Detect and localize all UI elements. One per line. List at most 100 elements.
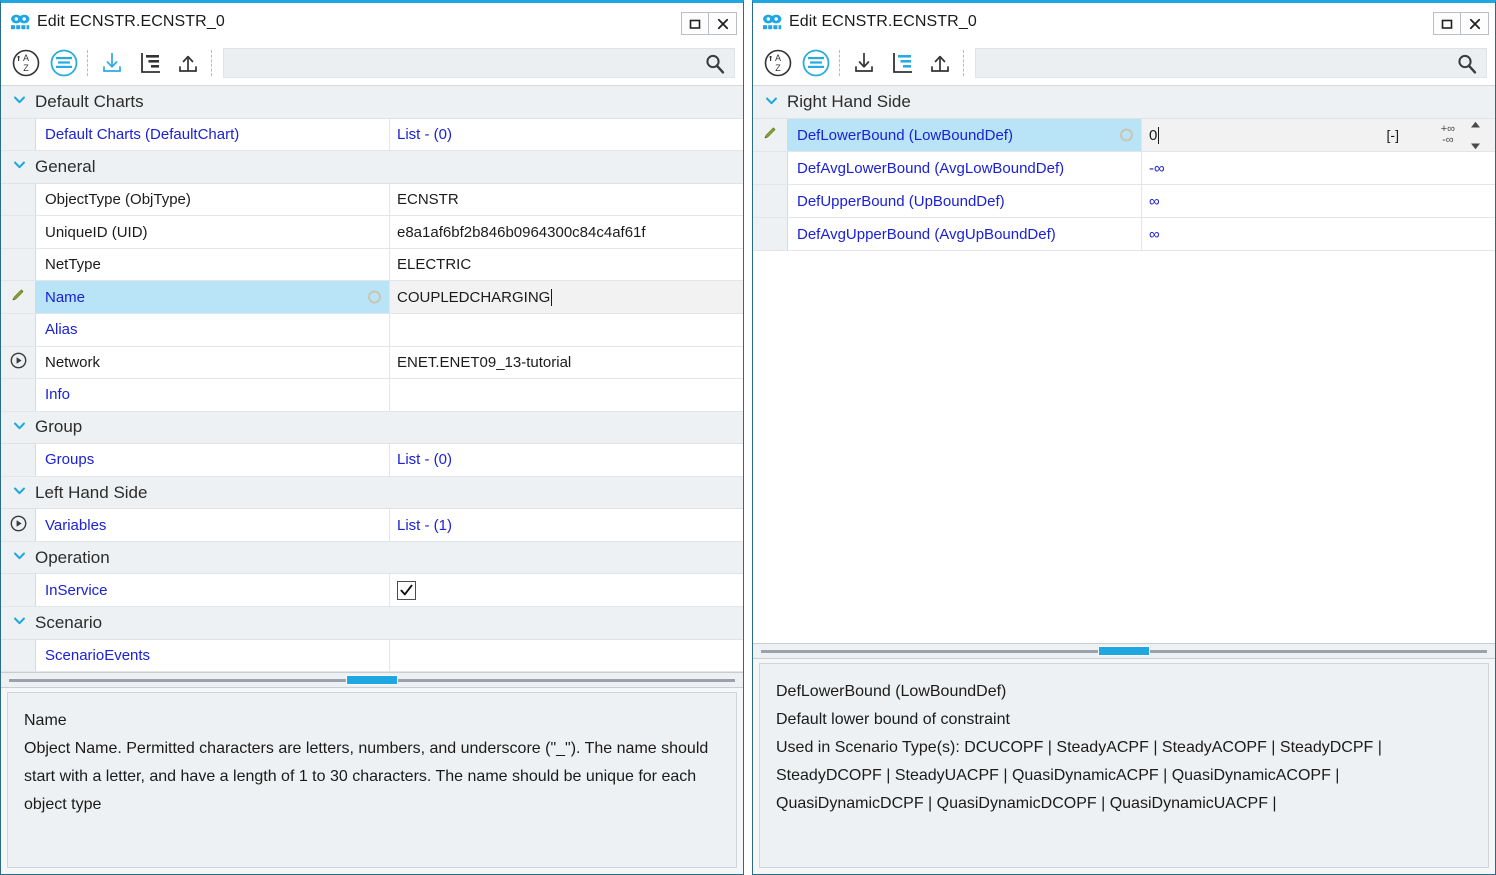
row-value-cell[interactable]: ∞ [1142, 185, 1495, 217]
group-header-scenario[interactable]: Scenario [1, 607, 743, 640]
row-label-cell[interactable]: UniqueID (UID) [36, 216, 390, 248]
spinner-down-button[interactable] [1470, 138, 1481, 152]
row-label-cell[interactable]: Name [36, 281, 390, 313]
row-value-cell[interactable] [390, 574, 743, 606]
chevron-down-icon[interactable] [13, 549, 26, 566]
row-label-cell[interactable]: ScenarioEvents [36, 639, 390, 672]
table-row[interactable]: InService [1, 574, 743, 607]
row-value-cell[interactable]: e8a1af6bf2b846b0964300c84c4af61f [390, 216, 743, 248]
description-line: Default lower bound of constraint [776, 711, 1010, 728]
table-row[interactable]: NetType ELECTRIC [1, 248, 743, 282]
row-value-cell[interactable] [390, 379, 743, 411]
group-header-default-charts[interactable]: Default Charts [1, 86, 743, 119]
table-row[interactable]: ScenarioEvents [1, 639, 743, 672]
group-by-category-button[interactable] [45, 44, 83, 82]
collapse-all-button[interactable] [93, 44, 131, 82]
table-row[interactable]: Groups List - (0) [1, 444, 743, 477]
row-value-cell[interactable]: COUPLEDCHARGING [390, 281, 743, 313]
table-row[interactable]: DefUpperBound (UpBoundDef) ∞ [753, 185, 1495, 218]
row-value-cell[interactable] [390, 640, 743, 672]
table-row[interactable]: Alias [1, 313, 743, 347]
expand-all-button[interactable] [169, 44, 207, 82]
table-row[interactable]: UniqueID (UID) e8a1af6bf2b846b0964300c84c… [1, 216, 743, 249]
pencil-icon [10, 287, 26, 307]
row-label: DefAvgUpperBound (AvgUpBoundDef) [797, 225, 1056, 243]
group-header-label: Operation [35, 547, 110, 567]
row-label-cell[interactable]: DefAvgLowerBound (AvgLowBoundDef) [788, 152, 1142, 184]
splitter-handle[interactable] [346, 675, 398, 685]
row-label-cell[interactable]: Network [36, 346, 390, 379]
sort-alphabetical-button[interactable]: A Z [7, 44, 45, 82]
row-value-cell[interactable]: 0 [-] +∞ -∞ [1142, 119, 1495, 151]
row-value-cell[interactable]: ENET.ENET09_13-tutorial [390, 347, 743, 379]
chevron-down-icon[interactable] [13, 93, 26, 110]
tree-view-button[interactable] [883, 44, 921, 82]
group-header-operation[interactable]: Operation [1, 541, 743, 575]
splitter-handle[interactable] [1098, 646, 1150, 656]
search-input[interactable] [984, 48, 1478, 78]
chevron-down-icon[interactable] [13, 419, 26, 436]
close-button[interactable] [709, 12, 737, 35]
row-label-cell[interactable]: Groups [36, 444, 390, 476]
sort-alphabetical-button[interactable]: A Z [759, 44, 797, 82]
row-value-cell[interactable]: List - (0) [390, 444, 743, 476]
panel-splitter[interactable] [753, 643, 1495, 659]
row-label-cell[interactable]: Alias [36, 313, 390, 346]
row-label-cell[interactable]: DefUpperBound (UpBoundDef) [788, 185, 1142, 217]
table-row[interactable]: DefAvgLowerBound (AvgLowBoundDef) -∞ [753, 152, 1495, 185]
expand-circle-icon[interactable] [10, 352, 27, 373]
toolbar-separator [87, 50, 89, 76]
table-row[interactable]: Default Charts (DefaultChart) List - (0) [1, 118, 743, 152]
checkbox-inservice[interactable] [397, 580, 416, 600]
row-value-cell[interactable]: ELECTRIC [390, 249, 743, 281]
row-value: ECNSTR [397, 190, 459, 208]
row-label-cell[interactable]: ObjectType (ObjType) [36, 183, 390, 216]
tree-view-button[interactable] [131, 44, 169, 82]
maximize-button[interactable] [1433, 12, 1461, 35]
row-value-cell[interactable]: -∞ [1142, 152, 1495, 184]
maximize-button[interactable] [681, 12, 709, 35]
close-button[interactable] [1461, 12, 1489, 35]
table-row[interactable]: DefAvgUpperBound (AvgUpBoundDef) ∞ [753, 218, 1495, 251]
table-row[interactable]: ObjectType (ObjType) ECNSTR [1, 183, 743, 217]
table-row[interactable]: Variables List - (1) [1, 509, 743, 542]
group-header-general[interactable]: General [1, 151, 743, 184]
group-header-right-hand-side[interactable]: Right Hand Side [753, 86, 1495, 119]
group-header-left-hand-side[interactable]: Left Hand Side [1, 476, 743, 510]
expand-circle-icon[interactable] [10, 515, 27, 536]
spinner-up-button[interactable] [1470, 119, 1481, 133]
chevron-down-icon[interactable] [13, 158, 26, 175]
row-label-cell[interactable]: DefAvgUpperBound (AvgUpBoundDef) [788, 218, 1142, 250]
table-row[interactable]: Info [1, 379, 743, 412]
chevron-down-icon[interactable] [765, 94, 778, 111]
row-value-cell[interactable]: List - (1) [390, 509, 743, 541]
row-label-cell[interactable]: InService [36, 574, 390, 606]
infinity-presets[interactable]: +∞ -∞ [1441, 124, 1455, 146]
row-label-cell[interactable]: Variables [36, 509, 390, 541]
panel-splitter[interactable] [1, 672, 743, 688]
chevron-down-icon[interactable] [13, 484, 26, 501]
row-value-cell[interactable]: ∞ [1142, 218, 1495, 250]
row-value-cell[interactable] [390, 314, 743, 346]
table-row[interactable]: Network ENET.ENET09_13-tutorial [1, 346, 743, 380]
row-label-cell[interactable]: NetType [36, 248, 390, 281]
expand-all-button[interactable] [921, 44, 959, 82]
table-row[interactable]: DefLowerBound (LowBoundDef) 0 [-] +∞ -∞ [753, 119, 1495, 152]
search-input[interactable] [232, 48, 726, 78]
search-box[interactable] [975, 48, 1487, 78]
row-label-cell[interactable]: Default Charts (DefaultChart) [36, 118, 390, 151]
row-label-cell[interactable]: DefLowerBound (LowBoundDef) [788, 119, 1142, 151]
search-icon[interactable] [1456, 53, 1478, 79]
table-row[interactable]: Name COUPLEDCHARGING [1, 281, 743, 314]
group-header-group[interactable]: Group [1, 411, 743, 445]
group-by-category-button[interactable] [797, 44, 835, 82]
negative-infinity-button[interactable]: -∞ [1442, 135, 1454, 146]
search-icon[interactable] [704, 53, 726, 79]
row-value-cell[interactable]: ECNSTR [390, 184, 743, 216]
row-value-cell[interactable]: List - (0) [390, 119, 743, 151]
spinner-buttons[interactable] [1470, 119, 1481, 151]
chevron-down-icon[interactable] [13, 614, 26, 631]
row-label-cell[interactable]: Info [36, 379, 390, 411]
search-box[interactable] [223, 48, 735, 78]
collapse-all-button[interactable] [845, 44, 883, 82]
